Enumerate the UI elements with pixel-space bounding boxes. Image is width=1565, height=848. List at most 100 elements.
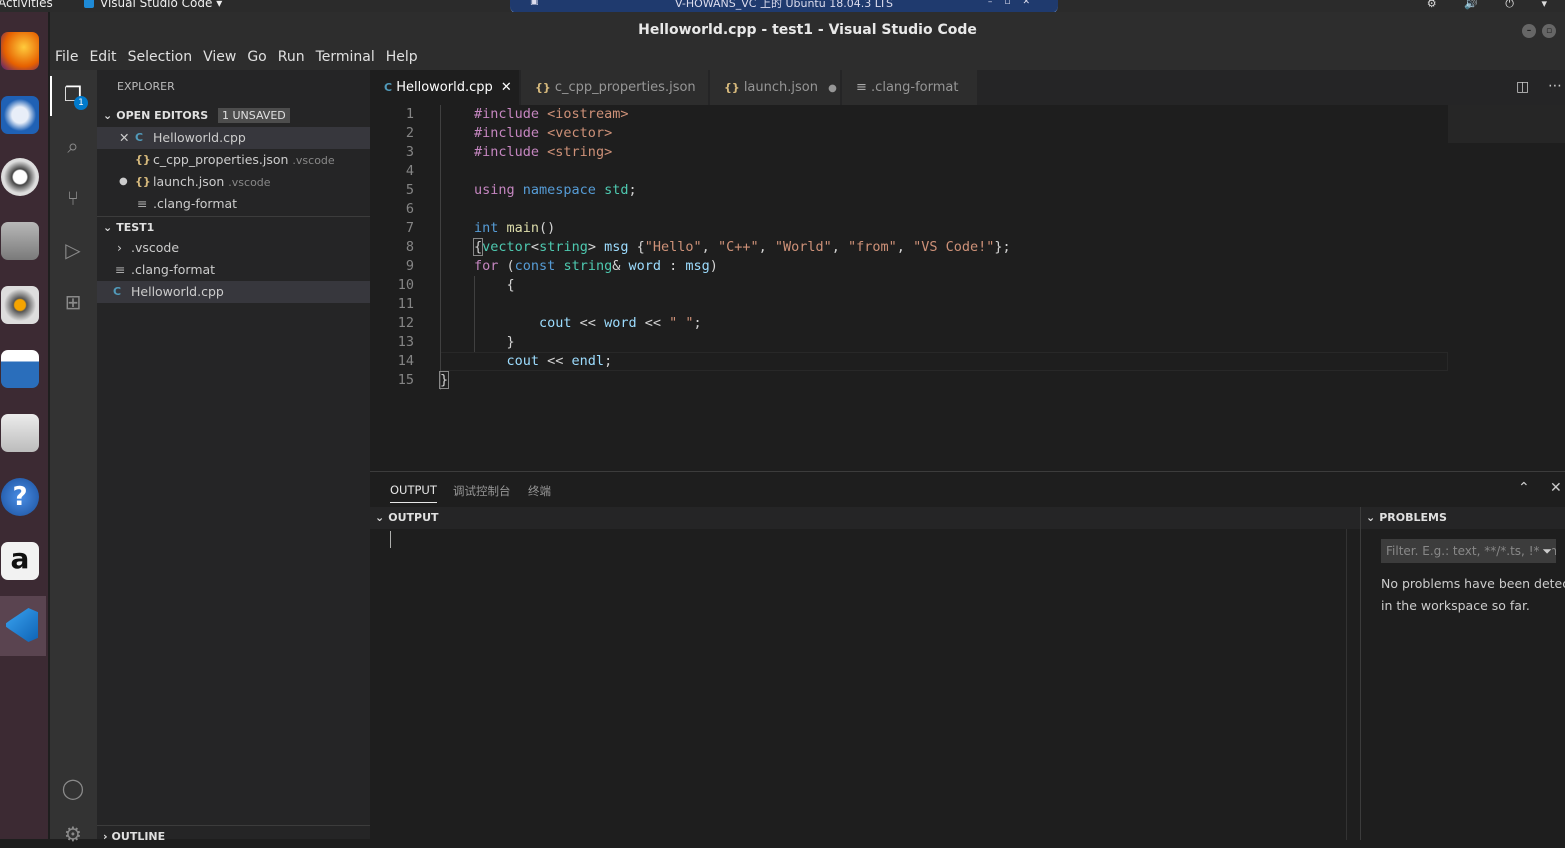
tree-item-vscode[interactable]: › .vscode <box>97 237 370 259</box>
menu-go[interactable]: Go <box>242 45 272 65</box>
chevron-right-icon: › <box>117 240 122 255</box>
problems-body: Filter. E.g.: text, **/*.ts, !**/node_mo… <box>1360 529 1565 840</box>
tree-item-helloworld[interactable]: C Helloworld.cpp <box>97 281 370 303</box>
tab-clang-format[interactable]: ≡ .clang-format <box>842 70 978 105</box>
unsaved-dot-icon[interactable]: ● <box>828 83 837 94</box>
menu-terminal[interactable]: Terminal <box>311 45 381 65</box>
settings-gear-icon[interactable]: ⚙ <box>61 822 85 846</box>
line-number: 8 <box>405 239 414 255</box>
cpp-file-icon: C <box>384 81 393 94</box>
text-file-icon: ≡ <box>137 196 148 211</box>
text-cursor <box>390 531 391 548</box>
firefox-icon[interactable] <box>1 32 39 70</box>
code-line: { <box>474 277 515 293</box>
open-editors-header[interactable]: ⌄ OPEN EDITORS 1 UNSAVED <box>97 105 370 127</box>
tree-item-label: .vscode <box>131 240 180 255</box>
vm-window-controls[interactable]: –▫✕ <box>988 0 1042 7</box>
help-icon[interactable]: ? <box>1 478 39 516</box>
system-tray[interactable]: ⚙ 🔊 ⏻ ▾ <box>1427 0 1559 11</box>
chevron-down-icon: ⌄ <box>375 511 385 524</box>
line-number: 7 <box>405 220 414 236</box>
amazon-icon[interactable]: a <box>1 542 39 580</box>
rhythmbox-icon[interactable] <box>1 286 39 324</box>
menu-help[interactable]: Help <box>381 45 424 65</box>
open-editor-item[interactable]: ≡ .clang-format <box>97 193 370 215</box>
more-actions-icon[interactable]: ⋯ <box>1548 78 1562 94</box>
output-header-label: OUTPUT <box>388 511 439 524</box>
panel-tabs: OUTPUT 调试控制台 终端 ⌃ ✕ <box>370 472 1565 507</box>
tab-c-cpp-properties[interactable]: {} c_cpp_properties.json <box>521 70 709 105</box>
chevron-down-icon: ⌄ <box>103 109 113 122</box>
open-editor-name: c_cpp_properties.json .vscode <box>153 152 335 167</box>
open-editor-item[interactable]: {} c_cpp_properties.json .vscode <box>97 149 370 171</box>
problems-filter-input[interactable]: Filter. E.g.: text, **/*.ts, !**/node_mo… <box>1381 539 1556 563</box>
code-line: for (const string& word : msg) <box>474 258 718 274</box>
outline-header[interactable]: › OUTLINE <box>97 825 370 847</box>
tab-launch-json[interactable]: {} launch.json ● <box>710 70 841 105</box>
panel-tab-debug-console[interactable]: 调试控制台 <box>453 483 511 499</box>
menu-view[interactable]: View <box>198 45 242 65</box>
menu-run[interactable]: Run <box>273 45 311 65</box>
tree-item-clang-format[interactable]: ≡ .clang-format <box>97 259 370 281</box>
code-line: #include <vector> <box>474 125 613 141</box>
menu-selection[interactable]: Selection <box>123 45 199 65</box>
panel-tab-terminal[interactable]: 终端 <box>528 483 551 499</box>
software-updater-icon[interactable] <box>1 158 39 196</box>
software-center-icon[interactable] <box>1 414 39 452</box>
tab-helloworld[interactable]: C Helloworld.cpp ✕ <box>370 70 520 105</box>
app-menu-label: Visual Studio Code <box>100 0 213 10</box>
line-number: 12 <box>397 315 414 331</box>
close-icon[interactable]: ✕ <box>119 127 129 149</box>
line-number: 3 <box>405 144 414 160</box>
source-control-icon[interactable]: ⑂ <box>61 186 85 210</box>
activities-button[interactable]: Activities <box>0 0 53 10</box>
code-editor[interactable]: 1 2 3 4 5 6 7 8 9 10 11 12 13 14 15 #inc… <box>370 105 1565 471</box>
line-number: 15 <box>397 372 414 388</box>
maximize-button[interactable]: ▫ <box>1542 24 1556 38</box>
maximize-panel-icon[interactable]: ⌃ <box>1518 480 1530 496</box>
cpp-file-icon: C <box>113 285 122 298</box>
extensions-icon[interactable]: ⊞ <box>61 290 85 314</box>
output-body[interactable] <box>370 529 1360 840</box>
files-icon[interactable] <box>1 222 39 260</box>
folder-header[interactable]: ⌄ TEST1 <box>97 216 370 238</box>
split-editor-icon[interactable]: ◫ <box>1516 79 1529 95</box>
json-file-icon: {} <box>135 175 151 188</box>
code-line: int main() <box>474 220 556 236</box>
open-editor-item[interactable]: ● {} launch.json .vscode <box>97 171 370 193</box>
output-section-header[interactable]: ⌄ OUTPUT <box>370 507 1360 529</box>
search-icon[interactable]: ⌕ <box>61 134 85 158</box>
app-menu[interactable]: Visual Studio Code ▾ <box>84 0 222 10</box>
close-panel-icon[interactable]: ✕ <box>1550 480 1562 496</box>
close-icon[interactable]: ✕ <box>501 80 512 95</box>
panel-tab-output[interactable]: OUTPUT <box>390 483 437 503</box>
indent-guide <box>440 105 441 390</box>
run-debug-icon[interactable]: ▷ <box>61 238 85 262</box>
code-line: cout << word << " "; <box>539 315 702 331</box>
minimap[interactable] <box>1448 105 1565 143</box>
minimize-button[interactable]: – <box>1522 24 1536 38</box>
active-indicator <box>50 76 52 116</box>
thunderbird-icon[interactable] <box>1 96 39 134</box>
ubuntu-dock: ? a <box>0 12 48 839</box>
writer-icon[interactable] <box>1 350 39 388</box>
line-number: 11 <box>397 296 414 312</box>
line-number: 4 <box>405 163 414 179</box>
menu-edit[interactable]: Edit <box>84 45 122 65</box>
unsaved-dot-icon: ● <box>119 176 128 187</box>
pin-icon[interactable]: ▣ <box>530 0 539 7</box>
unsaved-badge: 1 UNSAVED <box>218 108 290 123</box>
accounts-icon[interactable]: ◯ <box>61 776 85 800</box>
vscode-icon[interactable] <box>0 596 46 656</box>
open-editor-item[interactable]: ✕ C Helloworld.cpp <box>97 127 370 149</box>
line-number: 10 <box>397 277 414 293</box>
chevron-down-icon: ⌄ <box>103 221 113 234</box>
activity-bar: ❐ 1 ⌕ ⑂ ▷ ⊞ ◯ ⚙ <box>50 70 97 846</box>
problems-section-header[interactable]: ⌄ PROBLEMS <box>1360 507 1565 529</box>
output-scrollbar[interactable] <box>1346 529 1360 840</box>
code-line: #include <string> <box>474 144 613 160</box>
menu-file[interactable]: File <box>50 45 84 65</box>
open-editor-name: Helloworld.cpp <box>153 130 246 145</box>
folder-label: TEST1 <box>116 221 155 234</box>
filter-icon[interactable]: ⏷ <box>1539 539 1552 563</box>
